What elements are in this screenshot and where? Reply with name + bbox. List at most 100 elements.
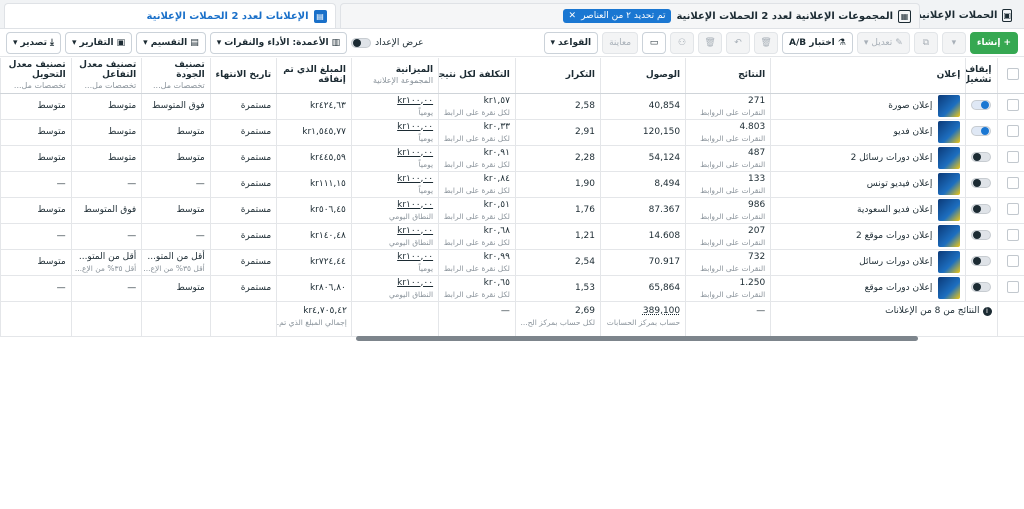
row-checkbox[interactable] bbox=[1007, 202, 1019, 215]
table-row[interactable]: إعلان صورة 271 النقرات على الروابط 40,854… bbox=[0, 93, 1024, 120]
export-button[interactable]: ⤓ تصدير ▾ bbox=[6, 31, 61, 54]
ad-name[interactable]: إعلان فديو bbox=[893, 127, 932, 137]
toggle-switch[interactable] bbox=[971, 151, 992, 162]
budget-value[interactable]: kr١٠٠,٠٠ bbox=[397, 252, 433, 262]
row-toggle-cell[interactable] bbox=[965, 249, 998, 276]
ad-thumbnail[interactable] bbox=[938, 199, 961, 221]
col-results[interactable]: النتائج bbox=[685, 58, 771, 94]
budget-value[interactable]: kr١٠٠,٠٠ bbox=[397, 148, 433, 158]
reports-button[interactable]: ▣ التقارير ▾ bbox=[64, 31, 133, 54]
tab-campaigns[interactable]: ▣ الحملات الإعلانية bbox=[916, 3, 1020, 28]
col-cpr[interactable]: التكلفة لكل نتيجة bbox=[438, 58, 516, 94]
toggle-switch[interactable] bbox=[971, 229, 992, 240]
delete-button[interactable]: 🗑 bbox=[754, 31, 779, 54]
col-toggle[interactable]: إيقاف/تشغيل bbox=[965, 58, 998, 94]
selected-chip[interactable]: تم تحديد ٢ من العناصر ✕ bbox=[562, 9, 672, 23]
dropdown-caret-button[interactable]: ▾ bbox=[941, 31, 966, 54]
ad-cell[interactable]: إعلان فديو bbox=[770, 119, 966, 146]
columns-button[interactable]: ▥ الأعمدة: الأداء والنقرات ▾ bbox=[209, 31, 348, 54]
ad-cell[interactable]: إعلان فيديو تونس bbox=[770, 171, 966, 198]
create-button[interactable]: + إنشاء bbox=[969, 31, 1018, 54]
row-checkbox[interactable] bbox=[1007, 98, 1019, 111]
ad-thumbnail[interactable] bbox=[938, 173, 961, 195]
toggle-switch[interactable] bbox=[971, 255, 992, 266]
budget-value[interactable]: kr١٠٠,٠٠ bbox=[397, 200, 433, 210]
row-select-cell[interactable] bbox=[996, 171, 1024, 198]
edit-button[interactable]: ✎ تعديل ▾ bbox=[856, 31, 910, 54]
col-reach[interactable]: الوصول bbox=[600, 58, 686, 94]
col-frequency[interactable]: التكرار bbox=[514, 58, 601, 94]
rules-button[interactable]: القواعد ▾ bbox=[543, 31, 599, 54]
ad-name[interactable]: إعلان دورات رسائل bbox=[859, 257, 932, 267]
ad-cell[interactable]: إعلان دورات موقع 2 bbox=[770, 223, 966, 250]
row-checkbox[interactable] bbox=[1007, 254, 1019, 267]
ad-cell[interactable]: إعلان صورة bbox=[770, 93, 966, 120]
row-toggle-cell[interactable] bbox=[965, 197, 998, 224]
table-row[interactable]: إعلان فديو 4.803 النقرات على الروابط 120,… bbox=[0, 119, 1024, 146]
ad-thumbnail[interactable] bbox=[938, 95, 961, 117]
col-quality[interactable]: تصنيف الجودة تخصصات مل... bbox=[141, 58, 211, 94]
table-row[interactable]: إعلان دورات موقع 1.250 النقرات على الرواب… bbox=[0, 275, 1024, 302]
comment-button[interactable]: ▭ bbox=[642, 31, 667, 54]
row-checkbox[interactable] bbox=[1007, 280, 1019, 293]
view-setup-toggle[interactable]: عرض الإعداد bbox=[351, 37, 423, 48]
select-all-checkbox[interactable] bbox=[1007, 67, 1019, 80]
table-row[interactable]: إعلان دورات موقع 2 207 النقرات على الرواب… bbox=[0, 223, 1024, 250]
row-checkbox[interactable] bbox=[1007, 124, 1019, 137]
totals-reach[interactable]: 389,100 bbox=[643, 306, 680, 316]
close-icon[interactable]: ✕ bbox=[569, 11, 577, 21]
budget-value[interactable]: kr١٠٠,٠٠ bbox=[397, 278, 433, 288]
ad-cell[interactable]: إعلان دورات موقع bbox=[770, 275, 966, 302]
table-row[interactable]: إعلان فيديو تونس 133 النقرات على الروابط … bbox=[0, 171, 1024, 198]
info-icon[interactable]: i bbox=[982, 306, 992, 316]
duplicate-button[interactable]: ⧉ bbox=[913, 31, 938, 54]
trash-button[interactable]: 🗑 bbox=[698, 31, 723, 54]
ad-thumbnail[interactable] bbox=[938, 225, 961, 247]
undo-button[interactable]: ↶ bbox=[726, 31, 751, 54]
row-select-cell[interactable] bbox=[996, 223, 1024, 250]
row-toggle-cell[interactable] bbox=[965, 145, 998, 172]
ad-thumbnail[interactable] bbox=[938, 121, 961, 143]
tab-adsets[interactable]: ▦ المجموعات الإعلانية لعدد 2 الحملات الإ… bbox=[339, 3, 920, 28]
toggle-switch[interactable] bbox=[971, 281, 992, 292]
table-row[interactable]: إعلان دورات رسائل 2 487 النقرات على الروا… bbox=[0, 145, 1024, 172]
row-toggle-cell[interactable] bbox=[965, 119, 998, 146]
toggle-switch[interactable] bbox=[971, 177, 992, 188]
toggle-switch[interactable] bbox=[971, 125, 992, 136]
ab-test-button[interactable]: ⚗ اختبار A/B bbox=[782, 31, 853, 54]
share-button[interactable]: ⚇ bbox=[670, 31, 695, 54]
ad-name[interactable]: إعلان صورة bbox=[888, 101, 932, 111]
col-end[interactable]: تاريخ الانتهاء bbox=[209, 58, 277, 94]
col-budget[interactable]: الميزانية المجموعة الإعلانية bbox=[350, 58, 439, 94]
col-engagement[interactable]: تصنيف معدل التفاعل تخصصات مل... bbox=[70, 58, 142, 94]
table-row[interactable]: إعلان دورات رسائل 732 النقرات على الروابط… bbox=[0, 249, 1024, 276]
row-select-cell[interactable] bbox=[996, 249, 1024, 276]
row-toggle-cell[interactable] bbox=[965, 171, 998, 198]
toggle-switch[interactable] bbox=[971, 203, 992, 214]
budget-value[interactable]: kr١٠٠,٠٠ bbox=[397, 174, 433, 184]
breakdown-button[interactable]: ▤ التقسيم ▾ bbox=[136, 31, 206, 54]
ad-name[interactable]: إعلان دورات موقع 2 bbox=[856, 231, 932, 241]
horizontal-scrollbar[interactable] bbox=[356, 336, 918, 341]
ad-name[interactable]: إعلان دورات موقع bbox=[865, 283, 933, 293]
row-select-cell[interactable] bbox=[996, 275, 1024, 302]
col-conversion[interactable]: تصنيف معدل التحويل تخصصات مل... bbox=[0, 58, 72, 94]
table-row[interactable]: إعلان فديو السعودية 986 النقرات على الروا… bbox=[0, 197, 1024, 224]
col-spent[interactable]: المبلغ الذي تم إنفاقه bbox=[276, 58, 352, 94]
row-select-cell[interactable] bbox=[996, 145, 1024, 172]
row-toggle-cell[interactable] bbox=[965, 223, 998, 250]
ad-cell[interactable]: إعلان دورات رسائل 2 bbox=[770, 145, 966, 172]
preview-button[interactable]: معاينة bbox=[602, 31, 639, 54]
row-select-cell[interactable] bbox=[996, 197, 1024, 224]
row-checkbox[interactable] bbox=[1007, 150, 1019, 163]
ad-cell[interactable]: إعلان فديو السعودية bbox=[770, 197, 966, 224]
row-checkbox[interactable] bbox=[1007, 228, 1019, 241]
ad-name[interactable]: إعلان دورات رسائل 2 bbox=[851, 153, 933, 163]
budget-value[interactable]: kr١٠٠,٠٠ bbox=[397, 122, 433, 132]
row-select-cell[interactable] bbox=[996, 93, 1024, 120]
ad-name[interactable]: إعلان فيديو تونس bbox=[867, 179, 933, 189]
row-select-cell[interactable] bbox=[996, 119, 1024, 146]
ad-name[interactable]: إعلان فديو السعودية bbox=[857, 205, 932, 215]
budget-value[interactable]: kr١٠٠,٠٠ bbox=[397, 96, 433, 106]
row-toggle-cell[interactable] bbox=[965, 93, 998, 120]
